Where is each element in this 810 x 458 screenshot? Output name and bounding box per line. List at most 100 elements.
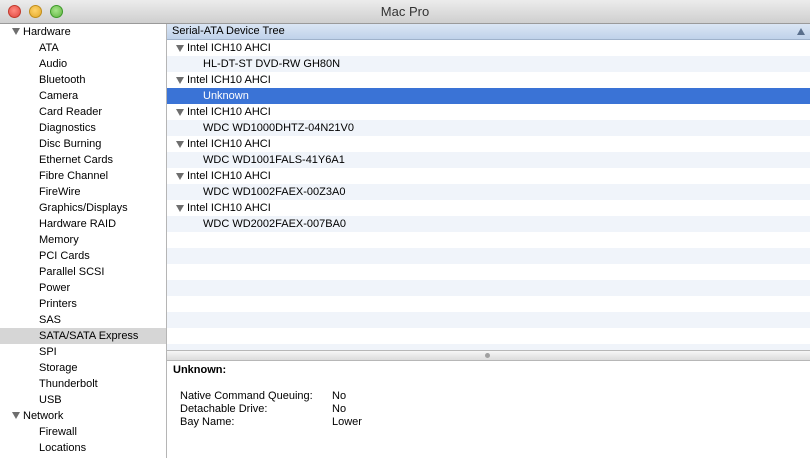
pane-splitter[interactable] — [167, 350, 810, 361]
sidebar-item-pci-cards[interactable]: PCI Cards — [0, 248, 166, 264]
tree-row-controller[interactable]: Intel ICH10 AHCI — [167, 136, 810, 152]
tree-row-label: WDC WD1000DHTZ-04N21V0 — [203, 122, 354, 134]
sidebar-item-bluetooth[interactable]: Bluetooth — [0, 72, 166, 88]
tree-row-label: Intel ICH10 AHCI — [187, 138, 271, 150]
tree-row-device[interactable]: Unknown — [167, 88, 810, 104]
sidebar-item-usb[interactable]: USB — [0, 392, 166, 408]
sidebar-item-firewall[interactable]: Firewall — [0, 424, 166, 440]
tree-row-controller[interactable]: Intel ICH10 AHCI — [167, 200, 810, 216]
sidebar-item-label: FireWire — [39, 186, 81, 198]
sidebar-item-ata[interactable]: ATA — [0, 40, 166, 56]
tree-row-label: HL-DT-ST DVD-RW GH80N — [203, 58, 341, 70]
property-value: Lower — [332, 416, 362, 428]
sidebar-item-storage[interactable]: Storage — [0, 360, 166, 376]
disclosure-triangle-icon[interactable] — [176, 205, 184, 212]
sidebar-item-camera[interactable]: Camera — [0, 88, 166, 104]
tree-row-empty — [167, 280, 810, 296]
detail-pane: Unknown: Native Command Queuing: No Detach… — [167, 361, 810, 458]
sidebar-item-label: SPI — [39, 346, 57, 358]
sidebar-item-label: Hardware RAID — [39, 218, 117, 230]
disclosure-triangle-icon[interactable] — [176, 77, 184, 84]
splitter-grip-icon[interactable] — [485, 353, 490, 358]
sidebar-item-label: PCI Cards — [39, 250, 90, 262]
sidebar-section-label: Network — [23, 410, 64, 422]
device-tree: Serial-ATA Device Tree Intel ICH10 AHCI H… — [167, 24, 810, 360]
tree-row-device[interactable]: HL-DT-ST DVD-RW GH80N — [167, 56, 810, 72]
column-header-device-tree[interactable]: Serial-ATA Device Tree — [167, 24, 810, 40]
title-bar: Mac Pro — [0, 0, 810, 24]
tree-row-label: Intel ICH10 AHCI — [187, 170, 271, 182]
sidebar-item-diagnostics[interactable]: Diagnostics — [0, 120, 166, 136]
sidebar-item-graphics-displays[interactable]: Graphics/Displays — [0, 200, 166, 216]
tree-row-label: Unknown — [203, 90, 249, 102]
sidebar: Hardware ATA Audio Bluetooth Camera Card Read… — [0, 24, 167, 458]
sidebar-item-label: Fibre Channel — [39, 170, 109, 182]
sidebar-item-sas[interactable]: SAS — [0, 312, 166, 328]
tree-row-label: Intel ICH10 AHCI — [187, 106, 271, 118]
sidebar-item-label: SAS — [39, 314, 62, 326]
sidebar-item-label: Audio — [39, 58, 68, 70]
sidebar-item-label: Camera — [39, 90, 79, 102]
sidebar-item-label: Graphics/Displays — [39, 202, 128, 214]
tree-row-label: Intel ICH10 AHCI — [187, 74, 271, 86]
tree-row-controller[interactable]: Intel ICH10 AHCI — [167, 72, 810, 88]
tree-row-empty — [167, 328, 810, 344]
disclosure-triangle-icon[interactable] — [176, 173, 184, 180]
window-title: Mac Pro — [380, 4, 430, 19]
sidebar-item-sata-sata-express[interactable]: SATA/SATA Express — [0, 328, 166, 344]
sidebar-item-label: Storage — [39, 362, 78, 374]
sidebar-item-firewire[interactable]: FireWire — [0, 184, 166, 200]
sidebar-item-label: Bluetooth — [39, 74, 86, 86]
sidebar-item-disc-burning[interactable]: Disc Burning — [0, 136, 166, 152]
sidebar-item-label: SATA/SATA Express — [39, 330, 139, 342]
disclosure-triangle-icon[interactable] — [176, 141, 184, 148]
sidebar-item-power[interactable]: Power — [0, 280, 166, 296]
sidebar-section-network[interactable]: Network — [0, 408, 166, 424]
disclosure-triangle-icon[interactable] — [176, 45, 184, 52]
disclosure-triangle-icon[interactable] — [176, 109, 184, 116]
tree-row-empty — [167, 248, 810, 264]
sort-ascending-icon — [797, 28, 805, 35]
tree-row-controller[interactable]: Intel ICH10 AHCI — [167, 168, 810, 184]
sidebar-item-thunderbolt[interactable]: Thunderbolt — [0, 376, 166, 392]
sidebar-item-ethernet-cards[interactable]: Ethernet Cards — [0, 152, 166, 168]
tree-row-label: Intel ICH10 AHCI — [187, 42, 271, 54]
tree-row-empty — [167, 296, 810, 312]
sidebar-item-audio[interactable]: Audio — [0, 56, 166, 72]
tree-row-label: WDC WD2002FAEX-007BA0 — [203, 218, 347, 230]
sidebar-item-label: Power — [39, 282, 71, 294]
sidebar-item-label: Disc Burning — [39, 138, 102, 150]
sidebar-item-fibre-channel[interactable]: Fibre Channel — [0, 168, 166, 184]
sidebar-item-label: Printers — [39, 298, 77, 310]
sidebar-item-label: Card Reader — [39, 106, 102, 118]
sidebar-section-label: Hardware — [23, 26, 71, 38]
sidebar-item-printers[interactable]: Printers — [0, 296, 166, 312]
disclosure-triangle-icon[interactable] — [12, 412, 20, 419]
sidebar-section-hardware[interactable]: Hardware — [0, 24, 166, 40]
sidebar-item-memory[interactable]: Memory — [0, 232, 166, 248]
sidebar-item-label: Thunderbolt — [39, 378, 98, 390]
sidebar-item-spi[interactable]: SPI — [0, 344, 166, 360]
sidebar-item-locations[interactable]: Locations — [0, 440, 166, 456]
sidebar-item-label: Firewall — [39, 426, 77, 438]
tree-row-empty — [167, 312, 810, 328]
sidebar-item-label: ATA — [39, 42, 59, 54]
sidebar-item-label: USB — [39, 394, 62, 406]
tree-row-device[interactable]: WDC WD1000DHTZ-04N21V0 — [167, 120, 810, 136]
property-value: No — [332, 390, 347, 402]
tree-row-controller[interactable]: Intel ICH10 AHCI — [167, 40, 810, 56]
tree-row-device[interactable]: WDC WD1002FAEX-00Z3A0 — [167, 184, 810, 200]
sidebar-item-card-reader[interactable]: Card Reader — [0, 104, 166, 120]
disclosure-triangle-icon[interactable] — [12, 28, 20, 35]
property-label: Bay Name: — [180, 416, 235, 428]
tree-row-device[interactable]: WDC WD1001FALS-41Y6A1 — [167, 152, 810, 168]
property-value: No — [332, 403, 347, 415]
tree-row-label: WDC WD1001FALS-41Y6A1 — [203, 154, 345, 166]
tree-row-empty — [167, 264, 810, 280]
sidebar-item-hardware-raid[interactable]: Hardware RAID — [0, 216, 166, 232]
tree-row-controller[interactable]: Intel ICH10 AHCI — [167, 104, 810, 120]
sidebar-item-label: Locations — [39, 442, 87, 454]
sidebar-item-parallel-scsi[interactable]: Parallel SCSI — [0, 264, 166, 280]
tree-row-device[interactable]: WDC WD2002FAEX-007BA0 — [167, 216, 810, 232]
sidebar-item-label: Parallel SCSI — [39, 266, 105, 278]
